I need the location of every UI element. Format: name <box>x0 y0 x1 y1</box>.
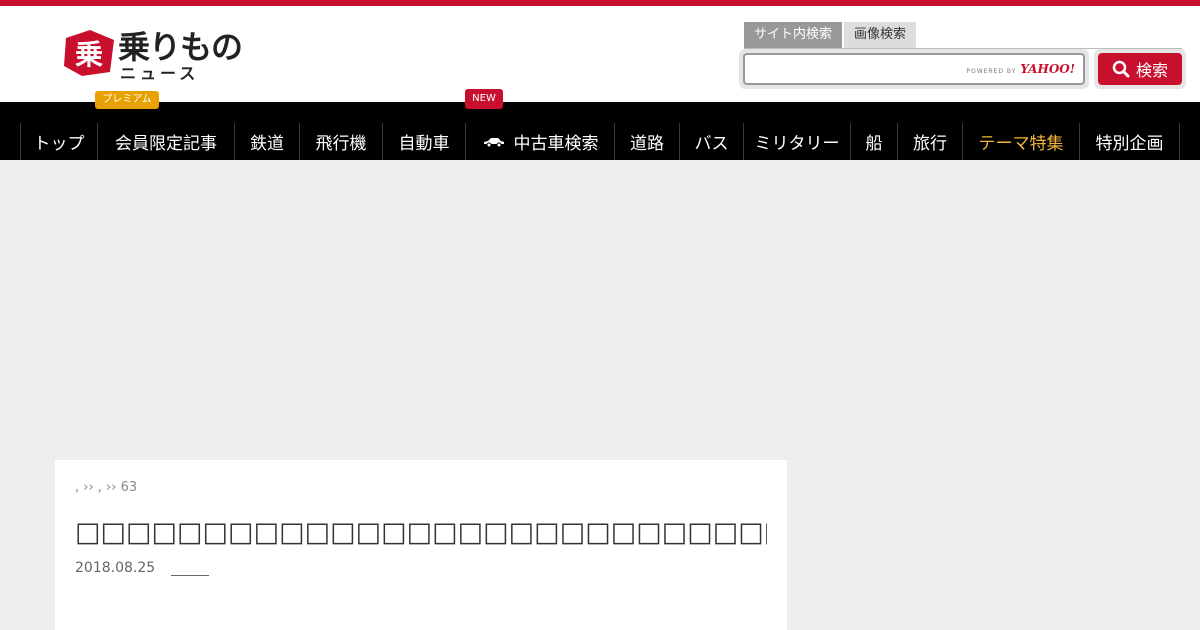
nav-item-car[interactable]: 自動車 <box>382 123 465 160</box>
nav-item-used-car-search[interactable]: 中古車検索 <box>465 123 614 160</box>
nav-list: トップ 会員限定記事 鉄道 飛行機 自動車 中古車検索 道路 バス ミリタリー … <box>20 123 1180 160</box>
powered-by-text: POWERED BY <box>966 68 1017 75</box>
nav-item-label: 中古車検索 <box>513 134 599 154</box>
logo-sub-text: ニュース <box>120 64 200 83</box>
nav-item-label: バス <box>694 134 729 154</box>
nav-item-special[interactable]: 特別企画 <box>1079 123 1180 160</box>
nav-item-airplane[interactable]: 飛行機 <box>299 123 382 160</box>
nav-item-label: テーマ特集 <box>978 134 1064 154</box>
powered-by-yahoo: POWERED BY YAHOO! <box>966 62 1075 76</box>
nav-item-label: 鉄道 <box>250 134 284 154</box>
svg-text:乗: 乗 <box>75 38 103 71</box>
nav-item-label: 船 <box>865 134 883 154</box>
nav-item-travel[interactable]: 旅行 <box>897 123 962 160</box>
logo-badge-icon: 乗 <box>64 30 114 76</box>
search-icon <box>1112 60 1130 78</box>
nav-item-railway[interactable]: 鉄道 <box>234 123 299 160</box>
tab-site-search[interactable]: サイト内検索 <box>744 22 843 48</box>
search-button[interactable]: 検索 <box>1098 53 1182 85</box>
article-title: □□□□□□□□□□□□□□□□□□□□□□□□□□□□□□□□□□□63□□ <box>75 517 767 548</box>
car-icon <box>483 137 504 147</box>
article-date: 2018.08.25 <box>75 560 156 576</box>
search-button-label: 検索 <box>1135 61 1168 80</box>
nav-item-label: 道路 <box>630 134 664 154</box>
breadcrumb[interactable]: , ›› , ›› 63 <box>75 480 767 496</box>
search-box: POWERED BY YAHOO! <box>739 49 1089 89</box>
nav-item-label: トップ <box>33 134 85 154</box>
search-button-wrap: 検索 <box>1094 49 1186 89</box>
search-tabs: サイト内検索 画像検索 <box>744 22 918 48</box>
nav-item-label: ミリタリー <box>754 134 840 154</box>
tab-image-search[interactable]: 画像検索 <box>844 22 917 48</box>
nav-item-label: 飛行機 <box>315 134 367 154</box>
nav-item-theme-features[interactable]: テーマ特集 <box>962 123 1079 160</box>
nav-item-label: 旅行 <box>913 134 947 154</box>
ad-space <box>0 160 1200 460</box>
site-logo[interactable]: 乗 乗りもの ニュース <box>60 24 243 86</box>
main-nav: トップ 会員限定記事 鉄道 飛行機 自動車 中古車検索 道路 バス ミリタリー … <box>0 102 1200 160</box>
nav-item-label: 自動車 <box>398 134 450 154</box>
new-badge: NEW <box>465 89 503 109</box>
nav-item-ship[interactable]: 船 <box>850 123 897 160</box>
premium-badge: プレミアム <box>95 91 159 109</box>
yahoo-logo: YAHOO! <box>1020 62 1075 76</box>
author-link[interactable] <box>171 574 210 576</box>
nav-item-military[interactable]: ミリタリー <box>743 123 850 160</box>
nav-item-label: 特別企画 <box>1095 134 1164 154</box>
nav-item-label: 会員限定記事 <box>115 134 217 154</box>
nav-item-top[interactable]: トップ <box>20 123 97 160</box>
nav-item-members[interactable]: 会員限定記事 <box>97 123 234 160</box>
nav-item-bus[interactable]: バス <box>679 123 743 160</box>
article-card: , ›› , ›› 63 □□□□□□□□□□□□□□□□□□□□□□□□□□□… <box>55 460 787 630</box>
nav-item-road[interactable]: 道路 <box>614 123 679 160</box>
article-meta: 2018.08.25 <box>75 560 767 576</box>
